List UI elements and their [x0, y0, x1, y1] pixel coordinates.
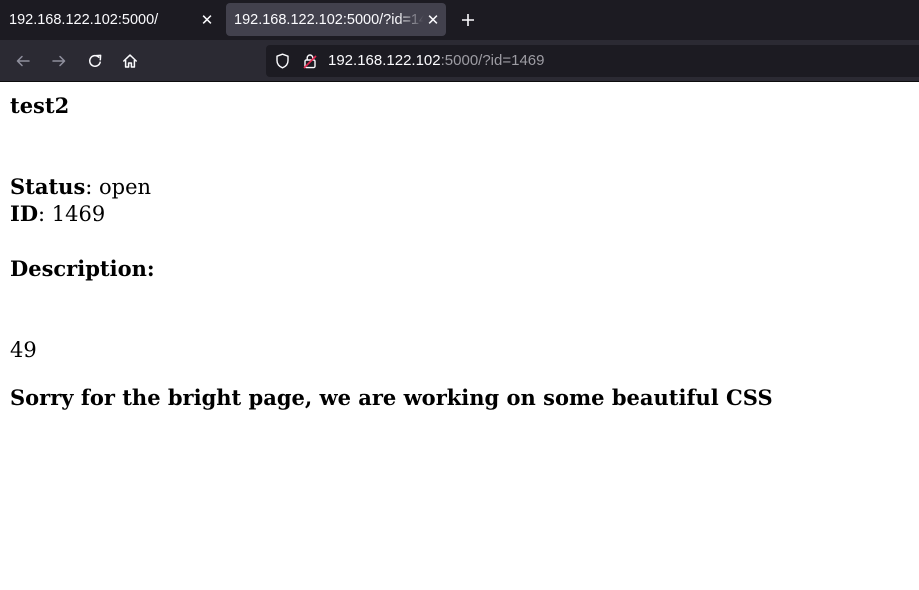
home-icon	[123, 54, 137, 68]
id-value: : 1469	[38, 202, 106, 226]
arrow-right-icon	[52, 55, 66, 67]
back-button[interactable]	[11, 49, 35, 73]
id-label: ID	[10, 201, 39, 226]
status-value: : open	[85, 175, 152, 199]
status-field: Status: open	[10, 174, 151, 200]
tab-active[interactable]: 192.168.122.102:5000/?id=1469 ✕	[226, 3, 446, 36]
description-heading: Description:	[10, 256, 155, 281]
address-bar[interactable]: 192.168.122.102:5000/?id=1469	[266, 45, 919, 77]
close-icon[interactable]: ✕	[198, 11, 216, 29]
tab-title: 192.168.122.102:5000/?id=1469	[234, 11, 424, 28]
url-path: :5000/?id=1469	[440, 52, 545, 69]
shield-icon[interactable]	[274, 53, 290, 69]
reload-icon	[89, 54, 102, 67]
arrow-left-icon	[16, 55, 30, 67]
lock-icon[interactable]	[302, 53, 318, 69]
page-title: test2	[10, 93, 70, 118]
home-button[interactable]	[118, 49, 142, 73]
close-icon[interactable]: ✕	[424, 11, 442, 29]
id-field: ID: 1469	[10, 201, 105, 227]
navigation-toolbar: 192.168.122.102:5000/?id=1469	[0, 40, 919, 82]
description-text: 49	[10, 338, 37, 362]
new-tab-button[interactable]	[456, 8, 480, 32]
tab-bar: 192.168.122.102:5000/ ✕ 192.168.122.102:…	[0, 0, 919, 40]
tab-inactive[interactable]: 192.168.122.102:5000/ ✕	[0, 3, 218, 36]
notice-heading: Sorry for the bright page, we are workin…	[10, 385, 773, 410]
status-label: Status	[10, 174, 86, 199]
url-text: 192.168.122.102:5000/?id=1469	[328, 45, 544, 77]
url-host: 192.168.122.102	[328, 52, 441, 69]
tab-title: 192.168.122.102:5000/	[9, 11, 159, 28]
reload-button[interactable]	[83, 49, 107, 73]
forward-button[interactable]	[47, 49, 71, 73]
plus-icon	[462, 14, 474, 26]
